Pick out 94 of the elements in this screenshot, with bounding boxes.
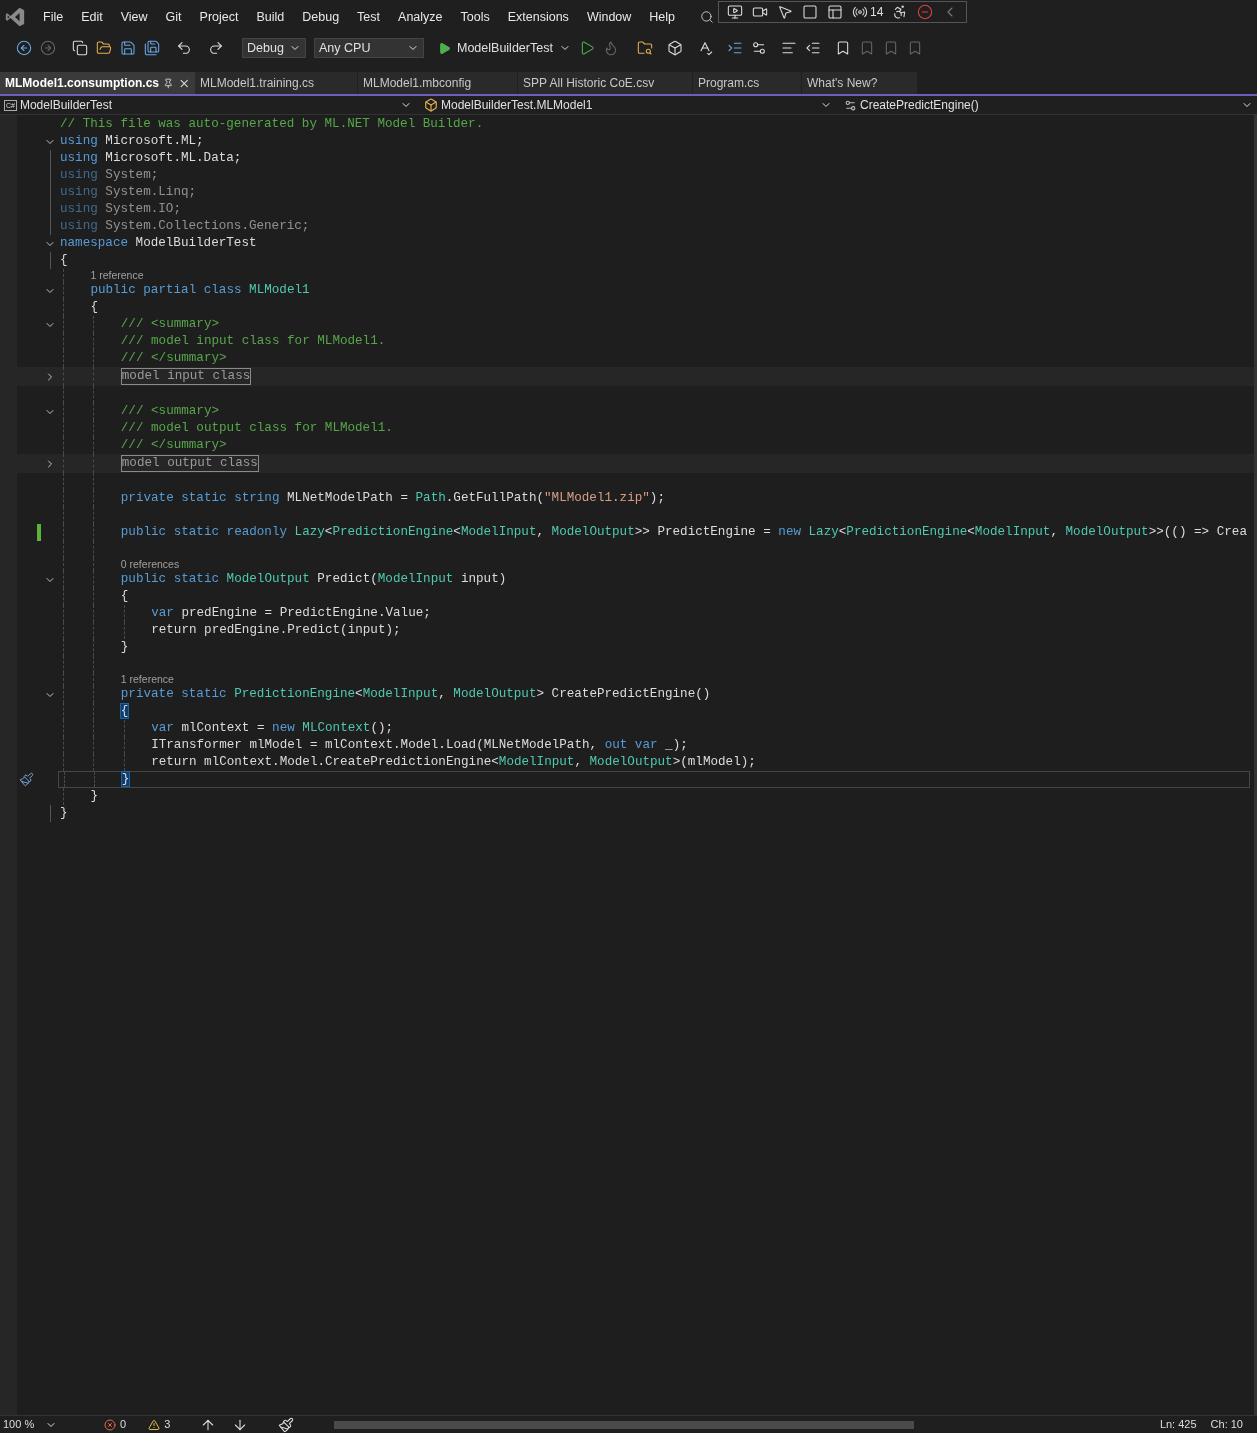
- menu-item[interactable]: File: [34, 5, 73, 29]
- back-icon[interactable]: [16, 40, 32, 56]
- code-line: var mlContext = new MLContext();: [151, 720, 394, 737]
- warnings-indicator[interactable]: 3: [148, 1416, 171, 1433]
- code-line: /// <summary>: [120, 403, 220, 420]
- menu-item[interactable]: Edit: [72, 5, 112, 29]
- menu-item[interactable]: View: [111, 5, 157, 29]
- zoom-dropdown[interactable]: 100 %: [0, 1416, 60, 1433]
- redo-icon[interactable]: [208, 40, 224, 56]
- menu-item[interactable]: Window: [577, 5, 641, 29]
- code-line: {: [90, 299, 98, 316]
- column-number: Ch: 10: [1210, 1417, 1243, 1433]
- menu-item[interactable]: Tools: [451, 5, 499, 29]
- play-icon: [438, 41, 451, 55]
- code-line: using Microsoft.ML;: [60, 133, 204, 150]
- start-button[interactable]: ModelBuilderTest: [438, 38, 571, 58]
- reference-count[interactable]: 1 reference: [90, 269, 144, 282]
- code-line: /// model input class for MLModel1.: [120, 333, 386, 350]
- code-line: }: [60, 805, 68, 822]
- code-line: using System.Linq;: [60, 184, 197, 201]
- open-folder-icon[interactable]: [96, 40, 112, 56]
- code-line: using System.IO;: [60, 201, 181, 218]
- code-line: private static PredictionEngine<ModelInput, ModelOutput> CreatePredictEngine(): [120, 686, 711, 703]
- code-line: var predEngine = PredictEngine.Value;: [151, 605, 431, 622]
- reference-count[interactable]: 0 references: [120, 558, 180, 571]
- code-line: using Microsoft.ML.Data;: [60, 150, 242, 167]
- save-icon[interactable]: [120, 40, 136, 56]
- code-line: }: [90, 788, 98, 805]
- square-icon[interactable]: [802, 4, 819, 20]
- errors-indicator[interactable]: 0: [104, 1416, 127, 1433]
- menu-item[interactable]: Extensions: [498, 5, 578, 29]
- undo-icon[interactable]: [176, 40, 192, 56]
- document-tab[interactable]: What's New?: [802, 72, 918, 94]
- forward-icon[interactable]: [40, 40, 56, 56]
- code-line: using System;: [60, 167, 159, 184]
- error-icon: [104, 1418, 116, 1431]
- line-number: Ln: 425: [1159, 1417, 1197, 1433]
- sliders-icon[interactable]: [750, 40, 767, 56]
- type-dropdown[interactable]: ModelBuilderTest.MLModel1: [420, 96, 836, 114]
- code-line: public static ModelOutput Predict(ModelInput input): [120, 571, 507, 588]
- menu-item[interactable]: Project: [190, 5, 248, 29]
- save-all-icon[interactable]: [144, 40, 160, 56]
- collapsed-region[interactable]: model input class: [120, 368, 252, 385]
- quick-action-icon[interactable]: [19, 772, 34, 787]
- menu-item[interactable]: Help: [640, 5, 685, 29]
- menu-item[interactable]: Debug: [293, 5, 349, 29]
- code-line: /// model output class for MLModel1.: [120, 420, 393, 437]
- code-line: return predEngine.Predict(input);: [151, 622, 401, 639]
- document-tab[interactable]: Program.cs: [693, 72, 802, 94]
- pointer-icon[interactable]: [777, 4, 794, 20]
- member-dropdown[interactable]: CreatePredictEngine(): [840, 96, 1257, 114]
- code-line: return mlContext.Model.CreatePredictionEngine<ModelInput, ModelOutput>(mlModel);: [151, 754, 756, 771]
- code-line: {: [60, 252, 68, 269]
- window-icon[interactable]: [827, 4, 844, 20]
- reference-count[interactable]: 1 reference: [120, 673, 174, 686]
- document-tab[interactable]: MLModel1.consumption.cs: [0, 72, 195, 94]
- camera-icon[interactable]: [752, 4, 769, 20]
- folder-search-icon[interactable]: [636, 40, 653, 56]
- code-line: /// </summary>: [120, 437, 227, 454]
- code-line: public static readonly Lazy<PredictionEngine<ModelInput, ModelOutput>> PredictEngine = new Lazy<PredictionEngine<ModelInput, ModelOutput>>(() => Crea: [120, 524, 1247, 541]
- screen-icon[interactable]: [727, 4, 744, 20]
- menu-item[interactable]: Build: [247, 5, 294, 29]
- broadcast-icon[interactable]: [852, 4, 869, 20]
- menu-item[interactable]: Test: [348, 5, 390, 29]
- document-tab[interactable]: MLModel1.mbconfig: [358, 72, 518, 94]
- stop-icon[interactable]: [917, 4, 934, 20]
- code-line: namespace ModelBuilderTest: [60, 235, 257, 252]
- warning-icon: [148, 1418, 161, 1431]
- menu-item[interactable]: Analyze: [389, 5, 452, 29]
- code-line: public partial class MLModel1: [90, 282, 310, 299]
- indent-icon[interactable]: [726, 40, 743, 56]
- code-line: /// </summary>: [120, 350, 227, 367]
- class-icon: [424, 98, 438, 112]
- code-cleanup-icon[interactable]: [278, 1416, 295, 1433]
- new-item-icon[interactable]: [72, 40, 88, 56]
- hot-reload-count: 14: [870, 4, 884, 21]
- code-line: }: [120, 639, 129, 656]
- configuration-dropdown[interactable]: Debug: [242, 38, 306, 58]
- code-line: /// <summary>: [120, 316, 220, 333]
- box-icon[interactable]: [666, 40, 683, 56]
- document-tab[interactable]: SPP All Historic CoE.csv: [518, 72, 693, 94]
- horizontal-scrollbar[interactable]: [334, 1420, 915, 1429]
- search-icon[interactable]: [700, 10, 715, 24]
- code-line: {: [120, 588, 129, 605]
- document-tab[interactable]: MLModel1.training.cs: [195, 72, 358, 94]
- code-line: // This file was auto-generated by ML.NET Model Builder.: [60, 116, 484, 133]
- code-line: private static string MLNetModelPath = Path.GetFullPath("MLModel1.zip");: [120, 490, 665, 507]
- app-logo-icon[interactable]: [4, 6, 26, 28]
- platform-dropdown[interactable]: Any CPU: [314, 38, 424, 58]
- collapsed-region[interactable]: model output class: [120, 455, 259, 472]
- code-line: ITransformer mlModel = mlContext.Model.Load(MLNetModelPath, out var _);: [151, 737, 688, 754]
- code-line: using System.Collections.Generic;: [60, 218, 310, 235]
- pin-icon[interactable]: [163, 77, 174, 89]
- menu-item[interactable]: Git: [156, 5, 191, 29]
